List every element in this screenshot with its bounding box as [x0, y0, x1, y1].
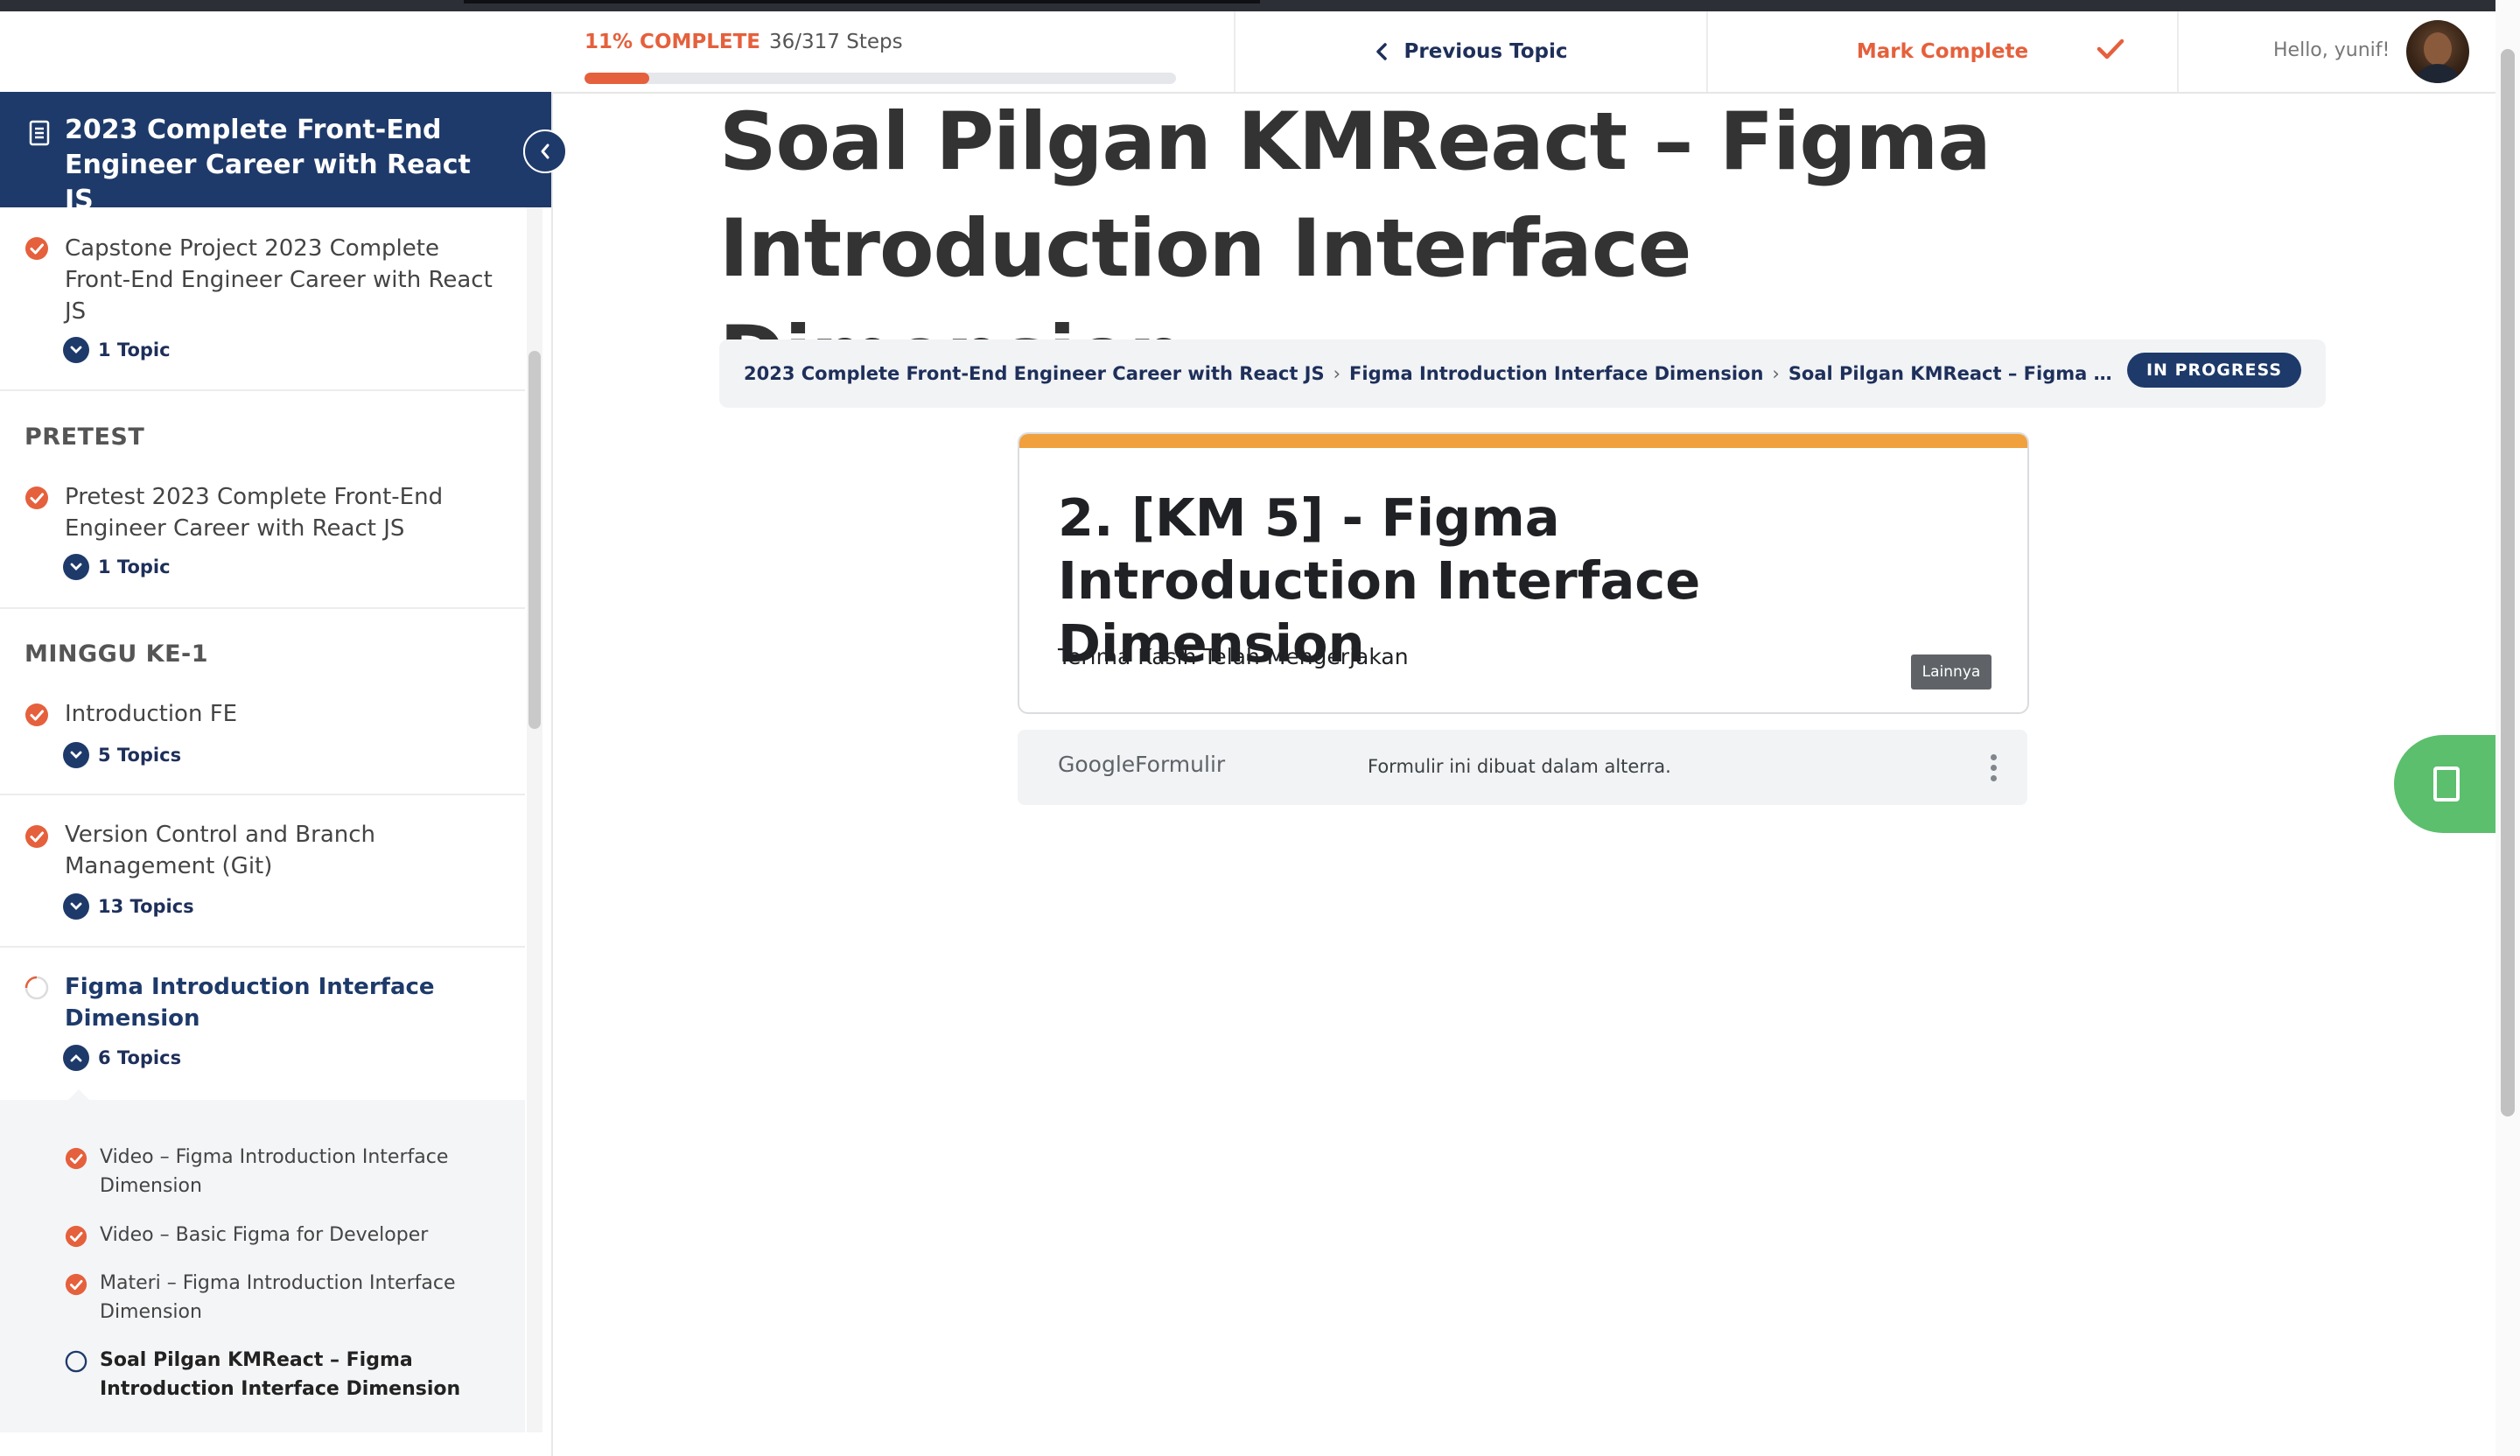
completed-check-icon	[25, 704, 48, 726]
subtopic-item[interactable]: Video – Basic Figma for Developer	[100, 1221, 485, 1250]
previous-topic-label: Previous Topic	[1404, 40, 1568, 63]
form-description: Terima Kasih Telah Mengerjakan	[1058, 644, 1409, 669]
document-icon	[29, 120, 50, 146]
lesson-title-figma[interactable]: Figma Introduction Interface Dimension	[65, 971, 502, 1034]
lesson-title-pretest[interactable]: Pretest 2023 Complete Front-End Engineer…	[65, 481, 502, 544]
chevron-down-icon	[63, 742, 89, 768]
chevron-left-icon	[1376, 43, 1387, 60]
topics-count: 13 Topics	[98, 896, 194, 917]
lesson-title-capstone[interactable]: Capstone Project 2023 Complete Front-End…	[65, 233, 502, 327]
form-footer: GoogleFormulir Formulir ini dibuat dalam…	[1018, 730, 2027, 805]
topics-count: 1 Topic	[98, 556, 171, 578]
topics-toggle-pretest[interactable]: 1 Topic	[63, 554, 171, 580]
not-started-circle-icon	[65, 1350, 88, 1373]
course-header-bar[interactable]: 2023 Complete Front-End Engineer Career …	[0, 92, 551, 215]
progress-percent: 11% COMPLETE	[584, 31, 761, 53]
progress-bar	[584, 73, 1176, 84]
topics-toggle-introduction-fe[interactable]: 5 Topics	[63, 742, 181, 768]
breadcrumb-course[interactable]: 2023 Complete Front-End Engineer Career …	[744, 363, 1325, 384]
subtopic-item[interactable]: Video – Figma Introduction Interface Dim…	[100, 1143, 485, 1200]
chevron-down-icon	[63, 554, 89, 580]
breadcrumb-separator: ›	[1333, 363, 1341, 384]
completed-check-icon	[65, 1273, 88, 1296]
section-heading-pretest: PRETEST	[24, 424, 145, 451]
topics-toggle-version-control[interactable]: 13 Topics	[63, 893, 194, 920]
floating-action-button[interactable]	[2394, 735, 2499, 833]
browser-tab-strip	[464, 0, 1260, 4]
course-progress: 11% COMPLETE 36/317 Steps	[584, 31, 1180, 84]
progress-steps: 36/317 Steps	[769, 31, 903, 53]
breadcrumb-topic: Soal Pilgan KMReact – Figma Introductio.…	[1788, 363, 2118, 384]
topics-toggle-capstone[interactable]: 1 Topic	[63, 337, 171, 363]
completed-check-icon	[25, 237, 48, 260]
topics-toggle-figma[interactable]: 6 Topics	[63, 1045, 181, 1071]
lesson-title-version-control[interactable]: Version Control and Branch Management (G…	[65, 819, 502, 882]
form-footer-note: Formulir ini dibuat dalam alterra.	[1368, 756, 1671, 777]
subtopic-item[interactable]: Materi – Figma Introduction Interface Di…	[100, 1269, 485, 1326]
google-forms-logo[interactable]: GoogleFormulir	[1058, 752, 1225, 777]
chevron-down-icon	[63, 893, 89, 920]
collapse-sidebar-button[interactable]	[523, 130, 567, 173]
completed-check-icon	[25, 486, 48, 509]
topics-count: 1 Topic	[98, 340, 171, 360]
divider	[0, 607, 525, 609]
divider	[0, 389, 525, 391]
sidebar-bottom-fade	[0, 1432, 551, 1456]
mark-complete-button[interactable]: Mark Complete	[1708, 11, 2177, 92]
course-title: 2023 Complete Front-End Engineer Career …	[65, 115, 471, 215]
mark-complete-label: Mark Complete	[1856, 40, 2029, 63]
page-scrollbar[interactable]	[2501, 49, 2515, 1116]
chevron-down-icon	[63, 337, 89, 363]
subtopic-item-current[interactable]: Soal Pilgan KMReact – Figma Introduction…	[100, 1346, 485, 1404]
avatar[interactable]	[2406, 20, 2469, 83]
progress-bar-fill	[584, 73, 650, 84]
breadcrumb-lesson[interactable]: Figma Introduction Interface Dimension	[1349, 363, 1763, 384]
completed-check-icon	[65, 1147, 88, 1170]
user-menu[interactable]: Hello, yunif!	[2179, 11, 2496, 92]
lesson-title-introduction-fe[interactable]: Introduction FE	[65, 698, 502, 730]
divider	[0, 946, 525, 948]
page-icon	[2433, 766, 2460, 802]
user-greeting: Hello, yunif!	[2273, 39, 2390, 61]
status-badge: IN PROGRESS	[2126, 353, 2301, 388]
completed-check-icon	[65, 1225, 88, 1248]
more-options-icon[interactable]	[1991, 754, 1998, 781]
breadcrumb-separator: ›	[1772, 363, 1780, 384]
in-progress-circle-icon	[24, 976, 49, 1000]
topics-count: 6 Topics	[98, 1047, 182, 1068]
form-accent-bar	[1019, 434, 2027, 448]
topics-count: 5 Topics	[98, 745, 182, 766]
breadcrumb: 2023 Complete Front-End Engineer Career …	[719, 340, 2326, 408]
completed-check-icon	[25, 825, 48, 848]
section-heading-minggu-1: MINGGU KE-1	[24, 640, 209, 668]
sidebar-content: Capstone Project 2023 Complete Front-End…	[0, 0, 551, 1456]
chevron-up-icon	[63, 1045, 89, 1071]
chevron-left-icon	[541, 144, 550, 159]
checkmark-icon	[2096, 38, 2124, 60]
previous-topic-button[interactable]: Previous Topic	[1236, 11, 1706, 92]
divider	[0, 794, 525, 795]
google-form-card: 2. [KM 5] - Figma Introduction Interface…	[1018, 432, 2029, 714]
more-button[interactable]: Lainnya	[1911, 654, 1992, 690]
